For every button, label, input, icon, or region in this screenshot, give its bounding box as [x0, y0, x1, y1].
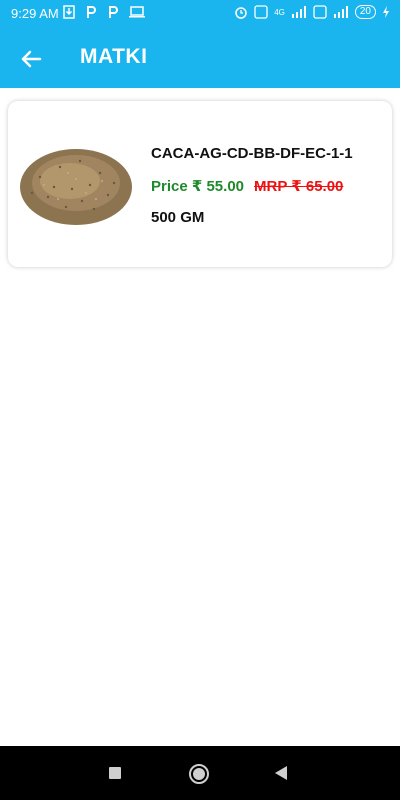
circle-icon	[189, 764, 209, 784]
alarm-icon	[235, 7, 247, 19]
status-left-icons	[63, 5, 145, 19]
arrow-left-icon	[21, 50, 42, 68]
signal-icon	[333, 6, 348, 18]
volte-icon	[313, 5, 327, 19]
download-icon	[63, 5, 75, 19]
system-nav-bar	[0, 746, 400, 800]
home-button[interactable]	[188, 763, 210, 790]
signal-icon	[291, 6, 306, 18]
matki-seeds-image	[10, 137, 138, 233]
p-icon	[87, 6, 96, 18]
square-icon	[109, 767, 121, 779]
app-bar: MATKI	[0, 28, 400, 88]
back-button[interactable]	[16, 44, 46, 74]
product-mrp: MRP ₹ 65.00	[254, 178, 344, 195]
volte-icon	[254, 5, 268, 19]
battery-indicator: 20	[354, 5, 376, 19]
product-price: Price ₹ 55.00	[151, 178, 245, 195]
nav-back-button[interactable]	[273, 765, 289, 786]
product-weight: 500 GM	[151, 209, 205, 226]
page-title: MATKI	[80, 45, 148, 68]
p-icon	[109, 6, 118, 18]
product-name: CACA-AG-CD-BB-DF-EC-1-1	[151, 145, 353, 162]
laptop-icon	[129, 6, 145, 18]
product-card[interactable]: CACA-AG-CD-BB-DF-EC-1-1 Price ₹ 55.00 MRP…	[8, 101, 392, 267]
network-type-label: 4G	[274, 7, 285, 17]
status-right-icons: 4G 20	[234, 5, 390, 19]
product-image	[10, 137, 138, 233]
charging-icon	[383, 6, 389, 18]
price-row: Price ₹ 55.00 MRP ₹ 65.00	[151, 177, 343, 195]
triangle-back-icon	[275, 766, 287, 780]
status-time: 9:29 AM	[11, 6, 59, 21]
recents-button[interactable]	[108, 766, 122, 785]
status-bar: 9:29 AM 4G 20	[0, 0, 400, 28]
